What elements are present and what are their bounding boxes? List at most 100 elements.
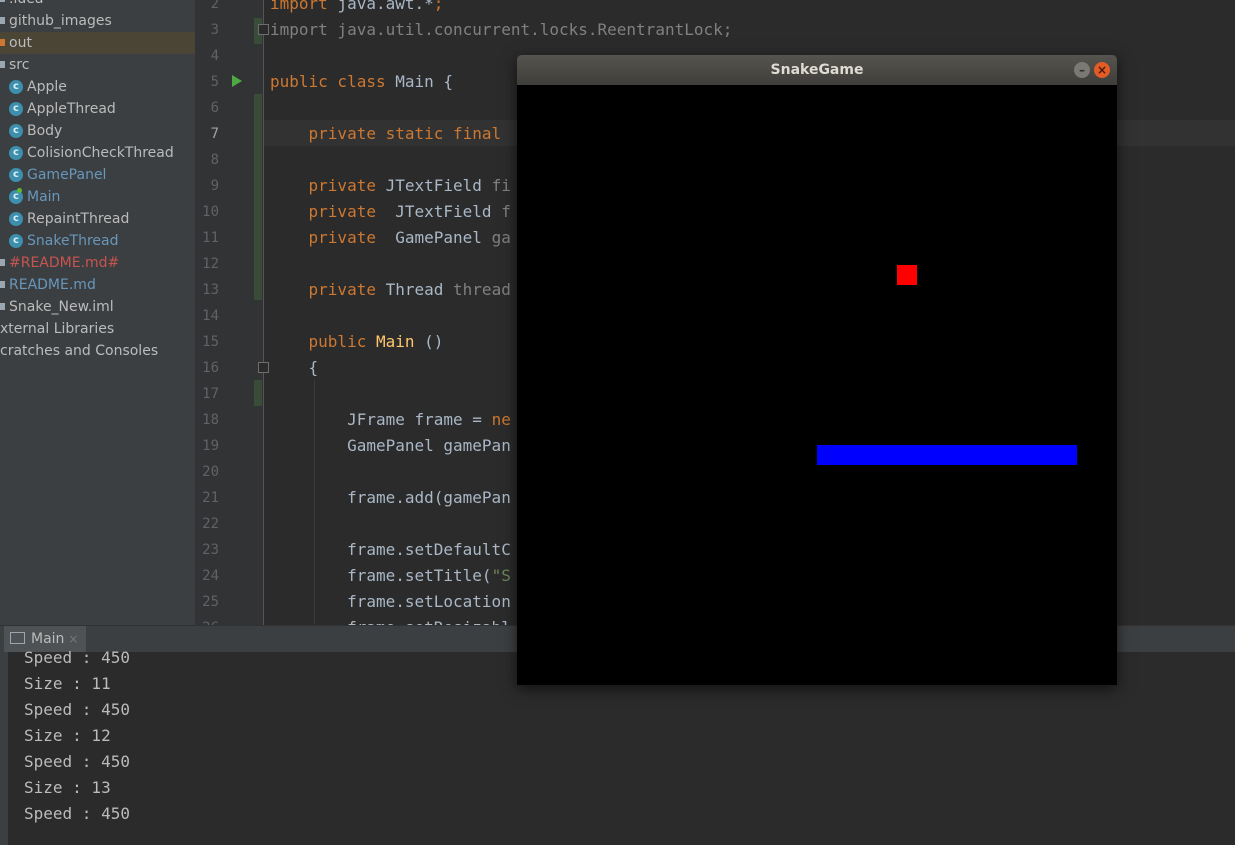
line-number: 12 bbox=[202, 256, 219, 272]
tree-item[interactable]: c Main bbox=[0, 186, 195, 208]
vcs-change-marker bbox=[254, 380, 262, 406]
gutter-divider bbox=[263, 0, 264, 625]
tree-item[interactable]: c ColisionCheckThread bbox=[0, 142, 195, 164]
line-number: 13 bbox=[202, 282, 219, 298]
snake-body bbox=[817, 445, 1077, 465]
code-line: import java.util.concurrent.locks.Reentr… bbox=[270, 20, 733, 39]
line-number: 17 bbox=[202, 386, 219, 402]
tree-item[interactable]: out bbox=[0, 32, 195, 54]
tree-item-label: .idea bbox=[9, 0, 43, 10]
folder-icon bbox=[0, 0, 5, 2]
code-line: frame.setDefaultC bbox=[270, 540, 511, 559]
console-line: Size : 13 bbox=[24, 778, 111, 797]
code-line: private JTextField fi bbox=[270, 176, 511, 195]
tree-item-label: Apple bbox=[27, 79, 67, 95]
folder-icon bbox=[0, 39, 5, 46]
tree-item-label: GamePanel bbox=[27, 167, 107, 183]
line-number: 14 bbox=[202, 308, 219, 324]
console-line: Speed : 450 bbox=[24, 700, 130, 719]
class-icon: c bbox=[9, 146, 23, 160]
game-canvas[interactable] bbox=[517, 85, 1117, 685]
tree-item-label: #README.md# bbox=[9, 255, 120, 271]
tree-item[interactable]: c SnakeThread bbox=[0, 230, 195, 252]
line-number: 8 bbox=[210, 152, 219, 168]
console-icon bbox=[10, 632, 25, 644]
snake-game-window: SnakeGame – × bbox=[517, 55, 1117, 685]
tree-item-label: ColisionCheckThread bbox=[27, 145, 174, 161]
tree-item-label: cratches and Consoles bbox=[0, 343, 159, 359]
tree-item-label: RepaintThread bbox=[27, 211, 130, 227]
tree-item[interactable]: c GamePanel bbox=[0, 164, 195, 186]
tree-item-label: SnakeThread bbox=[27, 233, 119, 249]
line-number: 11 bbox=[202, 230, 219, 246]
run-gutter-icon[interactable] bbox=[232, 75, 242, 87]
code-line: frame.setTitle("S bbox=[270, 566, 511, 585]
code-line: frame.add(gamePan bbox=[270, 488, 511, 507]
file-icon bbox=[0, 259, 5, 266]
tree-item-label: out bbox=[9, 35, 32, 51]
console-toolbar bbox=[0, 652, 8, 845]
tree-item[interactable]: c RepaintThread bbox=[0, 208, 195, 230]
tree-item-label: src bbox=[9, 57, 30, 73]
tree-item[interactable]: c Apple bbox=[0, 76, 195, 98]
class-icon: c bbox=[9, 168, 23, 182]
tree-item[interactable]: #README.md# bbox=[0, 252, 195, 274]
tree-item[interactable]: Snake_New.iml bbox=[0, 296, 195, 318]
code-line: private static final bbox=[270, 124, 502, 143]
close-tab-icon[interactable]: × bbox=[68, 632, 78, 646]
folder-icon bbox=[0, 61, 5, 68]
window-title: SnakeGame bbox=[770, 62, 864, 78]
console-line: Size : 12 bbox=[24, 726, 111, 745]
line-number: 6 bbox=[210, 100, 219, 116]
fold-icon[interactable] bbox=[258, 362, 269, 373]
code-line: JFrame frame = ne bbox=[270, 410, 511, 429]
tree-item-label: AppleThread bbox=[27, 101, 116, 117]
line-number: 25 bbox=[202, 594, 219, 610]
folder-icon bbox=[0, 17, 5, 24]
line-number: 20 bbox=[202, 464, 219, 480]
code-line: public Main () bbox=[270, 332, 444, 351]
class-icon: c bbox=[9, 80, 23, 94]
apple bbox=[897, 265, 917, 285]
file-icon bbox=[0, 281, 5, 288]
class-icon: c bbox=[9, 234, 23, 248]
code-line: { bbox=[270, 358, 319, 377]
tree-item[interactable]: c AppleThread bbox=[0, 98, 195, 120]
line-number: 2 bbox=[210, 0, 219, 12]
line-number: 10 bbox=[202, 204, 219, 220]
tree-item[interactable]: src bbox=[0, 54, 195, 76]
class-icon: c bbox=[9, 102, 23, 116]
fold-icon[interactable] bbox=[258, 24, 269, 35]
line-number: 23 bbox=[202, 542, 219, 558]
line-number: 16 bbox=[202, 360, 219, 376]
tree-item-label: github_images bbox=[9, 13, 112, 29]
code-line: private JTextField f bbox=[270, 202, 511, 221]
line-number: 24 bbox=[202, 568, 219, 584]
code-line: GamePanel gamePan bbox=[270, 436, 511, 455]
tree-item[interactable]: cratches and Consoles bbox=[0, 340, 195, 362]
tree-item[interactable]: c Body bbox=[0, 120, 195, 142]
line-number: 9 bbox=[210, 178, 219, 194]
code-line: public class Main { bbox=[270, 72, 454, 91]
line-number: 5 bbox=[210, 74, 219, 90]
close-button[interactable]: × bbox=[1094, 62, 1110, 78]
line-number: 19 bbox=[202, 438, 219, 454]
vcs-change-marker bbox=[254, 94, 262, 300]
file-icon bbox=[0, 303, 5, 310]
tree-item-label: Body bbox=[27, 123, 63, 139]
tree-item[interactable]: xternal Libraries bbox=[0, 318, 195, 340]
class-icon: c bbox=[9, 212, 23, 226]
code-line: import java.awt.*; bbox=[270, 0, 444, 13]
code-line: private Thread thread bbox=[270, 280, 511, 299]
line-number: 22 bbox=[202, 516, 219, 532]
line-number: 21 bbox=[202, 490, 219, 506]
tree-item-label: xternal Libraries bbox=[0, 321, 115, 337]
minimize-button[interactable]: – bbox=[1074, 62, 1090, 78]
tree-item[interactable]: .idea bbox=[0, 0, 195, 10]
tree-item[interactable]: github_images bbox=[0, 10, 195, 32]
window-titlebar[interactable]: SnakeGame – × bbox=[517, 55, 1117, 85]
console-line: Speed : 450 bbox=[24, 648, 130, 667]
console-line: Speed : 450 bbox=[24, 804, 130, 823]
code-line: private GamePanel ga bbox=[270, 228, 511, 247]
tree-item[interactable]: README.md bbox=[0, 274, 195, 296]
